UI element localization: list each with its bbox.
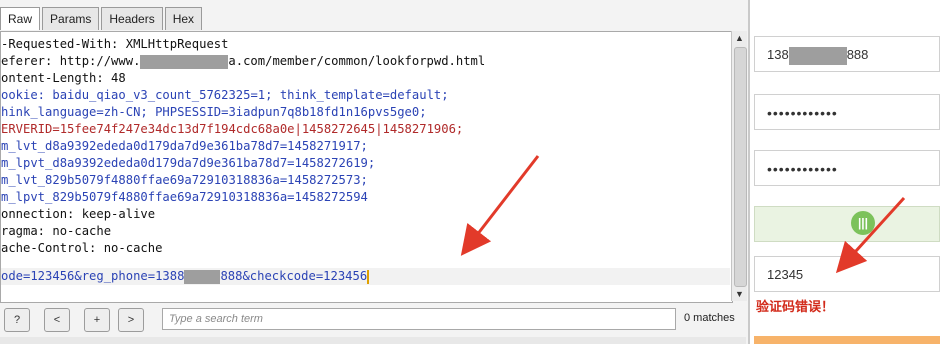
phone-suffix: 888 (846, 47, 869, 62)
editor-tabs: Raw Params Headers Hex (0, 7, 204, 31)
tab-params[interactable]: Params (42, 7, 100, 30)
request-line: eferer: http://www. a.com/member/common/l… (1, 53, 485, 70)
scroll-up-icon[interactable]: ▲ (732, 31, 747, 45)
request-line: ookie: baidu_qiao_v3_count_5762325=1; th… (1, 88, 449, 102)
request-line: hink_language=zh-CN; PHPSESSID=3iadpun7q… (1, 105, 427, 119)
request-line: ragma: no-cache (1, 224, 112, 238)
search-input[interactable]: Type a search term (162, 308, 676, 330)
request-line: m_lvt_829b5079f4880ffae69a72910318836a=1… (1, 173, 368, 187)
password-field[interactable]: •••••••••••• (754, 94, 940, 130)
request-line: m_lpvt_829b5079f4880ffae69a72910318836a=… (1, 190, 368, 204)
redacted-domain (140, 54, 229, 69)
tab-headers[interactable]: Headers (101, 7, 163, 30)
referer-suffix: a.com/member/common/lookforpwd.html (228, 54, 486, 68)
request-text-area[interactable]: -Requested-With: XMLHttpRequest eferer: … (0, 31, 733, 303)
match-count: 0 matches (684, 312, 735, 324)
redacted-phone (788, 46, 847, 65)
request-line: ache-Control: no-cache (1, 241, 163, 255)
vertical-scrollbar[interactable]: ▲ ▼ (731, 31, 747, 301)
redacted-phone (184, 269, 221, 284)
horizontal-scrollbar[interactable] (0, 337, 746, 344)
body-suffix: 888&checkcode=123456 (220, 269, 368, 283)
request-line: onnection: keep-alive (1, 207, 156, 221)
confirm-password-field[interactable]: •••••••••••• (754, 150, 940, 186)
request-line: ontent-Length: 48 (1, 71, 126, 85)
captcha-field[interactable]: 12345 (754, 256, 940, 292)
body-prefix: ode=123456&reg_phone=1388 (1, 269, 185, 283)
scroll-down-icon[interactable]: ▼ (732, 287, 747, 301)
phone-prefix: 138 (767, 47, 789, 62)
slider-verification[interactable]: ||| (754, 206, 940, 242)
next-button[interactable]: > (118, 308, 144, 332)
previous-button[interactable]: < (44, 308, 70, 332)
request-editor-panel: Raw Params Headers Hex -Requested-With: … (0, 0, 750, 344)
submit-button[interactable] (754, 336, 940, 344)
help-button[interactable]: ? (4, 308, 30, 332)
slider-handle[interactable]: ||| (851, 211, 875, 235)
request-line: m_lvt_d8a9392ededa0d179da7d9e361ba78d7=1… (1, 139, 368, 153)
tab-raw[interactable]: Raw (0, 7, 41, 30)
request-body-line: ode=123456&reg_phone=1388 888&checkcode=1… (1, 268, 730, 285)
tab-hex[interactable]: Hex (164, 7, 203, 30)
captcha-error-message: 验证码错误！ (756, 299, 835, 314)
search-bar: ? < + > Type a search term 0 matches (0, 303, 746, 337)
referer-prefix: eferer: http://www. (1, 54, 141, 68)
request-line: -Requested-With: XMLHttpRequest (1, 37, 229, 51)
scrollbar-thumb[interactable] (734, 47, 747, 287)
register-form: 138 888 •••••••••••• •••••••••••• ||| 123… (750, 0, 944, 344)
text-cursor (367, 269, 370, 284)
request-line: m_lpvt_d8a9392ededa0d179da7d9e361ba78d7=… (1, 156, 376, 170)
add-button[interactable]: + (84, 308, 110, 332)
phone-field[interactable]: 138 888 (754, 36, 940, 72)
request-line: ERVERID=15fee74f247e34dc13d7f194cdc68a0e… (1, 122, 464, 136)
